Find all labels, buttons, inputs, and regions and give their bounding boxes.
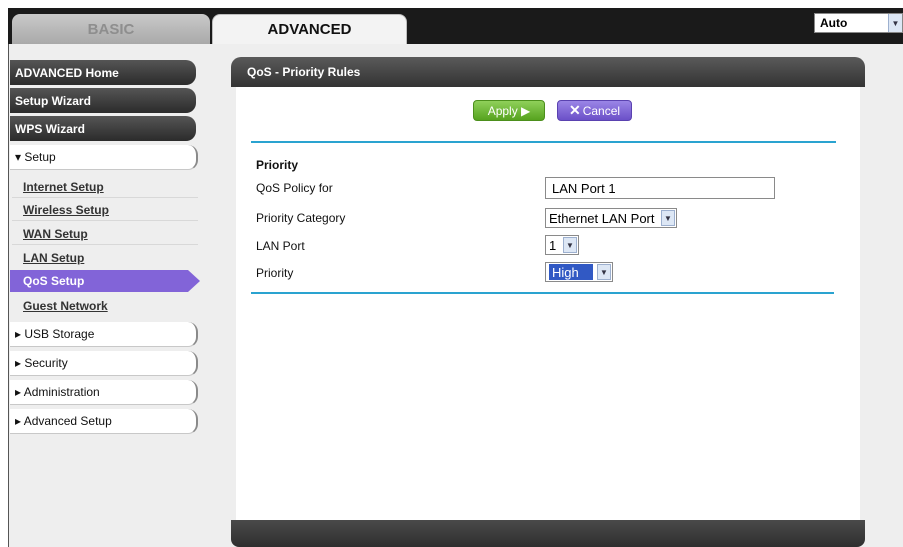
divider-top <box>251 141 836 143</box>
sidebar-item-usb-storage[interactable]: ▸ USB Storage <box>10 322 198 347</box>
sidebar-item-security[interactable]: ▸ Security <box>10 351 198 376</box>
priority-value: High <box>549 264 593 280</box>
policy-label: QoS Policy for <box>256 181 333 195</box>
panel-header: QoS - Priority Rules <box>231 57 865 87</box>
language-select[interactable]: Auto ▼ <box>814 13 903 33</box>
panel-body <box>236 87 860 520</box>
apply-button[interactable]: Apply ▶ <box>473 100 545 121</box>
sidebar-item-administration[interactable]: ▸ Administration <box>10 380 198 405</box>
sidebar-item-wps-wizard[interactable]: WPS Wizard <box>10 116 196 141</box>
page-title: QoS - Priority Rules <box>247 65 361 79</box>
sidebar-item-advanced-home[interactable]: ADVANCED Home <box>10 60 196 85</box>
lan-port-label: LAN Port <box>256 239 305 253</box>
divider <box>12 220 198 221</box>
tab-advanced[interactable]: ADVANCED <box>212 14 407 44</box>
sidebar-link-qos-setup[interactable]: QoS Setup <box>10 270 200 292</box>
qos-policy-input[interactable] <box>545 177 775 199</box>
divider <box>12 197 198 198</box>
divider <box>12 244 198 245</box>
sidebar-item-setup[interactable]: ▾ Setup <box>10 145 198 170</box>
priority-category-value: Ethernet LAN Port <box>549 210 655 226</box>
language-select-value: Auto <box>820 16 848 30</box>
priority-select[interactable]: High ▼ <box>545 262 613 282</box>
chevron-down-icon: ▼ <box>661 210 675 226</box>
chevron-down-icon: ▼ <box>888 14 902 32</box>
sidebar-link-lan-setup[interactable]: LAN Setup <box>23 251 84 265</box>
priority-label: Priority <box>256 266 294 280</box>
chevron-down-icon: ▼ <box>597 264 611 280</box>
chevron-down-icon: ▼ <box>563 237 577 253</box>
sidebar-link-wireless-setup[interactable]: Wireless Setup <box>23 203 109 217</box>
priority-category-select[interactable]: Ethernet LAN Port ▼ <box>545 208 677 228</box>
cancel-button-label: Cancel <box>582 103 621 118</box>
divider-bottom <box>251 292 834 294</box>
tab-basic[interactable]: BASIC <box>12 14 210 44</box>
cancel-button[interactable]: ✕ Cancel <box>557 100 632 121</box>
sidebar-link-internet-setup[interactable]: Internet Setup <box>23 180 104 194</box>
sidebar-item-advanced-setup[interactable]: ▸ Advanced Setup <box>10 409 198 434</box>
lan-port-select[interactable]: 1 ▼ <box>545 235 579 255</box>
sidebar-link-guest-network[interactable]: Guest Network <box>23 299 108 313</box>
close-icon: ✕ <box>568 102 581 118</box>
lan-port-value: 1 <box>549 237 557 253</box>
category-label: Priority Category <box>256 211 346 225</box>
section-title: Priority <box>256 158 299 172</box>
sidebar-item-setup-wizard[interactable]: Setup Wizard <box>10 88 196 113</box>
apply-button-label: Apply ▶ <box>487 103 531 118</box>
sidebar-link-wan-setup[interactable]: WAN Setup <box>23 227 88 241</box>
panel-footer <box>231 520 865 547</box>
